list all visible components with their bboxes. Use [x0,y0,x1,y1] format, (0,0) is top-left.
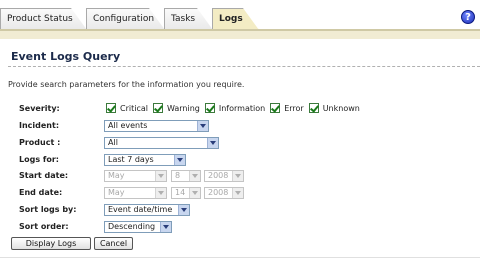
end-day-select[interactable]: 14 [171,187,201,199]
end-date-label: End date: [19,188,63,197]
logs-for-select[interactable]: Last 7 days [104,154,186,166]
chevron-down-icon [160,222,171,232]
logs-for-value: Last 7 days [108,155,154,164]
title-divider [8,66,480,67]
end-month-value: May [108,188,125,197]
sort-by-select[interactable]: Event date/time [104,204,190,216]
start-year-value: 2008 [208,171,229,180]
start-day-value: 8 [175,171,181,180]
start-month-value: May [108,171,125,180]
incident-value: All events [108,121,148,130]
chevron-down-icon [178,205,189,215]
error-label: Error [284,103,304,113]
tab-configuration[interactable]: Configuration [86,8,165,30]
chevron-down-icon [189,171,200,181]
sort-order-value: Descending [108,222,156,231]
start-month-select[interactable]: May [104,170,167,182]
tab-label: Tasks [171,14,196,24]
tab-product-status[interactable]: Product Status [0,8,87,30]
chevron-down-icon [174,155,185,165]
warning-label: Warning [166,103,200,113]
tab-bar: Product Status Configuration Tasks Logs [0,0,480,39]
chevron-down-icon [197,121,208,131]
critical-label: Critical [120,103,148,113]
sort-by-value: Event date/time [108,205,173,214]
chevron-down-icon [207,138,218,148]
tab-strip [0,31,480,39]
page-title: Event Logs Query [11,50,121,63]
tab-label: Product Status [7,14,73,24]
chevron-down-icon [155,171,166,181]
start-day-select[interactable]: 8 [171,170,201,182]
chevron-down-icon [155,188,166,198]
unknown-checkbox[interactable] [308,103,319,113]
product-label: Product : [19,138,61,147]
sort-by-label: Sort logs by: [19,205,77,214]
chevron-down-icon [232,171,243,181]
logs-for-label: Logs for: [19,155,59,164]
chevron-down-icon [189,188,200,198]
end-day-value: 14 [175,188,186,197]
start-year-select[interactable]: 2008 [204,170,244,182]
product-select[interactable]: All [104,137,219,149]
severity-checkboxes: Critical Warning Information Error Unkno… [106,102,365,114]
information-label: Information [218,103,266,113]
information-checkbox[interactable] [204,103,215,113]
tab-label: Logs [219,14,243,24]
end-year-select[interactable]: 2008 [204,187,244,199]
help-icon[interactable]: ? [461,10,475,24]
chevron-down-icon [232,188,243,198]
instructions-text: Provide search parameters for the inform… [8,80,245,89]
incident-select[interactable]: All events [104,120,209,132]
bottom-divider [0,257,480,258]
tab-label: Configuration [93,14,155,24]
unknown-label: Unknown [322,103,360,113]
start-date-label: Start date: [19,171,69,180]
sort-order-select[interactable]: Descending [104,221,172,233]
cancel-button[interactable]: Cancel [94,237,133,250]
end-month-select[interactable]: May [104,187,167,199]
product-value: All [108,138,118,147]
tab-tasks[interactable]: Tasks [164,8,213,30]
end-year-value: 2008 [208,188,229,197]
incident-label: Incident: [19,121,60,130]
critical-checkbox[interactable] [106,103,116,113]
display-logs-button[interactable]: Display Logs [11,237,91,250]
tab-logs[interactable]: Logs [212,8,259,30]
sort-order-label: Sort order: [19,222,69,231]
warning-checkbox[interactable] [152,103,163,113]
severity-label: Severity: [19,104,60,113]
error-checkbox[interactable] [270,103,281,113]
